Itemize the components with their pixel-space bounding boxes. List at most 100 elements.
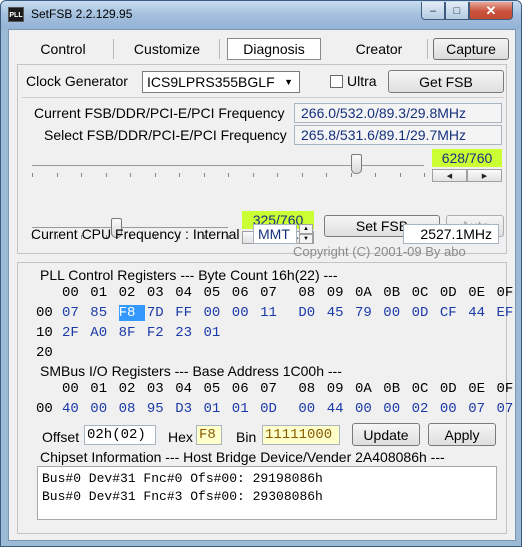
column-header: 0B (383, 381, 401, 397)
column-header: 08 (298, 381, 316, 397)
clock-generator-value: ICS9LPRS355BGLF (147, 74, 275, 90)
fsb-slider-1[interactable] (32, 151, 425, 181)
app-icon: PLL (8, 7, 24, 22)
title-bar[interactable]: PLL SetFSB 2.2.129.95 ‒ □ ✕ (1, 1, 521, 29)
chipset-info-line: Bus#0 Dev#31 Fnc#3 Ofs#00: 29308086h (42, 489, 323, 504)
register-cell[interactable]: 00 (355, 401, 381, 417)
slider-tick (155, 173, 156, 177)
offset-field[interactable]: 02h(02) (84, 425, 156, 445)
register-cell[interactable]: 02 (412, 401, 438, 417)
slider-tick (179, 173, 180, 177)
tab-control[interactable]: Control (19, 38, 107, 60)
ultra-checkbox[interactable] (330, 75, 343, 88)
row-header: 00 (36, 401, 53, 417)
clock-generator-select[interactable]: ICS9LPRS355BGLF ▼ (142, 71, 300, 93)
update-button[interactable]: Update (352, 423, 420, 446)
register-cell[interactable]: 00 (440, 401, 466, 417)
column-header: 0C (411, 381, 429, 397)
column-header: 03 (146, 381, 164, 397)
register-cell[interactable]: 00 (383, 401, 409, 417)
register-cell[interactable]: 07 (497, 401, 522, 417)
slider-tick (130, 173, 131, 177)
slider-tick (32, 173, 33, 177)
column-header: 0F (496, 381, 514, 397)
register-cell[interactable]: 01 (204, 401, 230, 417)
slider-tick (228, 173, 229, 177)
register-cell[interactable]: 00 (90, 401, 116, 417)
column-header: 0A (355, 381, 372, 397)
left-arrow-icon[interactable]: ◀ (432, 169, 467, 182)
down-arrow-icon[interactable]: ▼ (299, 234, 313, 244)
mode-spinner[interactable]: ▲ ▼ (299, 224, 313, 244)
slider-tick (277, 173, 278, 177)
slider-1-spinner[interactable]: ◀ ▶ (432, 169, 502, 182)
tab-customize[interactable]: Customize (121, 38, 213, 60)
tab-separator (113, 39, 114, 59)
maximize-button[interactable]: □ (445, 2, 469, 20)
chipset-info-line: Bus#0 Dev#31 Fnc#0 Ofs#00: 29198086h (42, 471, 323, 486)
column-header: 06 (231, 381, 249, 397)
register-cell[interactable]: 00 (298, 401, 324, 417)
mode-value: MMT (258, 226, 290, 242)
chipset-info-title: Chipset Information --- Host Bridge Devi… (40, 449, 445, 465)
select-frequency-value: 265.8/531.6/89.1/29.7MHz (294, 125, 502, 145)
register-cell[interactable]: 08 (119, 401, 145, 417)
slider-tick (351, 173, 352, 177)
tab-separator (219, 39, 220, 59)
current-frequency-label: Current FSB/DDR/PCI-E/PCI Frequency (34, 105, 285, 121)
right-arrow-icon[interactable]: ▶ (467, 169, 502, 182)
register-cell[interactable]: 95 (147, 401, 173, 417)
register-cell[interactable]: 0D (260, 401, 286, 417)
register-cell[interactable]: D3 (175, 401, 201, 417)
register-cell[interactable]: 40 (62, 401, 88, 417)
mode-select[interactable]: MMT (253, 224, 297, 244)
current-frequency-value: 266.0/532.0/89.3/29.8MHz (294, 103, 502, 123)
minimize-button[interactable]: ‒ (421, 2, 445, 20)
column-header: 0E (468, 381, 485, 397)
column-header: 02 (118, 381, 136, 397)
get-fsb-button[interactable]: Get FSB (388, 70, 504, 93)
slider-tick (302, 173, 303, 177)
slider-tick (253, 173, 254, 177)
hex-field[interactable]: F8 (196, 425, 222, 445)
slider-tick (81, 173, 82, 177)
select-frequency-label: Select FSB/DDR/PCI-E/PCI Frequency (44, 127, 287, 143)
copyright-text: Copyright (C) 2001-09 By abo (293, 244, 466, 259)
cpu-frequency-label: Current CPU Frequency : Internal (31, 226, 240, 242)
up-arrow-icon[interactable]: ▲ (299, 224, 313, 234)
cpu-frequency-value: 2527.1MHz (403, 224, 499, 244)
smbus-register-grid: 00 01 02 03 04 05 06 07 08 09 0A 0B 0C 0D 0E 0F 00 40 00 08… (36, 263, 513, 423)
tab-diagnosis[interactable]: Diagnosis (227, 38, 321, 60)
offset-label: Offset (42, 429, 80, 445)
slider-thumb[interactable] (351, 154, 362, 174)
slider-tick (400, 173, 401, 177)
close-button[interactable]: ✕ (469, 2, 513, 20)
register-cell[interactable]: 01 (232, 401, 258, 417)
hex-label: Hex (168, 429, 193, 445)
slider-tick (326, 173, 327, 177)
column-header: 01 (90, 381, 108, 397)
register-cell[interactable]: 07 (468, 401, 494, 417)
chipset-info-box: Bus#0 Dev#31 Fnc#0 Ofs#00: 29198086h Bus… (37, 466, 497, 520)
bin-field[interactable]: 11111000 (262, 425, 340, 445)
ultra-label: Ultra (347, 73, 377, 89)
maximize-icon: □ (453, 4, 461, 17)
window-title: SetFSB 2.2.129.95 (31, 7, 133, 21)
divider (22, 97, 504, 98)
slider-track (32, 165, 424, 166)
tab-creator[interactable]: Creator (335, 38, 423, 60)
register-cell[interactable]: 44 (327, 401, 353, 417)
bin-label: Bin (236, 429, 257, 445)
tab-separator (427, 39, 428, 59)
column-header: 07 (260, 381, 277, 397)
slider-tick (424, 173, 425, 177)
column-header: 04 (175, 381, 192, 397)
app-window: PLL SetFSB 2.2.129.95 ‒ □ ✕ Control Cust… (0, 0, 522, 547)
column-header: 00 (62, 381, 79, 397)
column-header: 05 (203, 381, 221, 397)
chevron-down-icon: ▼ (284, 77, 293, 87)
apply-button[interactable]: Apply (428, 423, 496, 446)
capture-button[interactable]: Capture (433, 38, 509, 60)
slider-tick (106, 173, 107, 177)
slider-1-value: 628/760 (432, 149, 502, 167)
